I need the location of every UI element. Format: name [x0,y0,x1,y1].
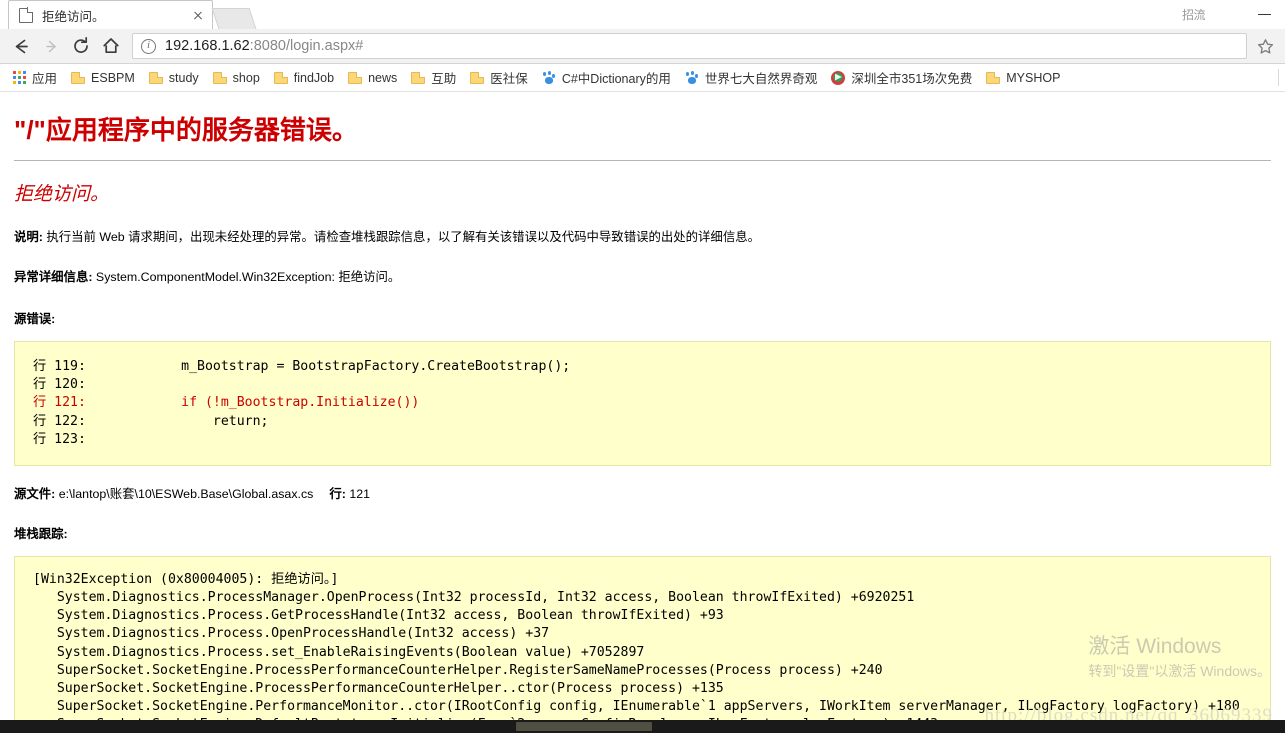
bookmark-csharp-dictionary[interactable]: C#中Dictionary的用 [535,67,678,89]
bookmark-news[interactable]: news [341,67,404,89]
bookmarks-bar: 应用 ESBPM study shop findJob news 互助 医社保 … [0,64,1285,92]
bookmark-shenzhen-free[interactable]: 深圳全市351场次免费 [824,67,979,89]
bookmark-label: MYSHOP [1006,70,1061,85]
folder-icon [348,71,363,84]
url-host: 192.168.1.62 [165,38,250,54]
trace-line: SuperSocket.SocketEngine.ProcessPerforma… [33,662,883,678]
description-label: 说明: [14,229,43,244]
address-bar[interactable]: 192.168.1.62:8080/login.aspx# [132,33,1247,59]
bookmark-label: ESBPM [91,70,135,85]
trace-line: System.Diagnostics.ProcessManager.OpenPr… [33,590,915,606]
folder-icon [470,71,485,84]
bookmark-study[interactable]: study [142,67,206,89]
source-file-value: e:\lantop\账套\10\ESWeb.Base\Global.asax.c… [55,487,314,502]
title-divider [14,159,1271,161]
bookmark-label: 深圳全市351场次免费 [851,72,973,86]
bookmark-shop[interactable]: shop [206,67,267,89]
code-line: 行 123: [33,431,86,447]
code-text-highlighted: if (!m_Bootstrap.Initialize()) [85,395,420,411]
close-icon[interactable] [190,7,206,23]
bookmark-apps[interactable]: 应用 [6,67,64,89]
exception-text: System.ComponentModel.Win32Exception: 拒绝… [92,270,401,285]
source-line-value: 121 [345,487,371,502]
trace-line: System.Diagnostics.Process.set_EnableRai… [33,644,645,660]
folder-icon [148,71,163,84]
reload-button[interactable] [66,31,96,61]
bookmark-myshop[interactable]: MYSHOP [979,67,1067,89]
error-subtitle: 拒绝访问。 [14,183,110,205]
stack-trace-block: [Win32Exception (0x80004005): 拒绝访问。] Sys… [14,556,1271,733]
scrollbar-thumb[interactable] [516,722,652,731]
bookmark-esbpm[interactable]: ESBPM [64,67,142,89]
green-favicon [831,70,846,85]
bookmark-findjob[interactable]: findJob [267,67,341,89]
baidu-favicon [685,70,699,85]
stack-trace-heading: 堆栈跟踪: [14,527,68,542]
code-line: 行 119: [33,358,86,374]
window-watermark-text: 招流 [1181,8,1206,22]
code-line: 行 120: [33,377,86,393]
new-tab-button[interactable] [211,8,257,29]
folder-icon [71,71,86,84]
tab-strip: 拒绝访问。 招流 [0,0,1285,29]
bookmark-label: 应用 [32,72,58,86]
description-paragraph: 说明: 执行当前 Web 请求期间，出现未经处理的异常。请检查堆栈跟踪信息，以了… [14,228,1271,247]
source-line-label: 行: [329,487,346,502]
bookmark-label: study [168,70,199,85]
star-icon[interactable] [1251,31,1279,61]
bookmark-label: 医社保 [490,72,528,86]
source-file-row: 源文件: e:\lantop\账套\10\ESWeb.Base\Global.a… [14,484,1271,502]
trace-line: System.Diagnostics.Process.GetProcessHan… [33,608,724,624]
tab-active[interactable]: 拒绝访问。 [8,0,213,29]
trace-line: SuperSocket.SocketEngine.ProcessPerforma… [33,680,724,696]
code-text: return; [85,413,269,429]
home-button[interactable] [96,31,126,61]
url-text: 192.168.1.62:8080/login.aspx# [165,38,363,54]
bookmark-label: 世界七大自然界奇观 [704,72,818,86]
trace-line: [Win32Exception (0x80004005): 拒绝访问。] [33,572,339,588]
description-text: 执行当前 Web 请求期间，出现未经处理的异常。请检查堆栈跟踪信息，以了解有关该… [42,229,760,244]
forward-button[interactable] [36,31,66,61]
bookmark-label: 互助 [431,72,457,86]
page-content: "/"应用程序中的服务器错误。 拒绝访问。 说明: 执行当前 Web 请求期间，… [0,92,1285,733]
exception-label: 异常详细信息: [14,270,93,285]
bookmark-seven-wonders[interactable]: 世界七大自然界奇观 [678,67,825,89]
folder-icon [411,71,426,84]
code-line-highlighted: 行 121: [33,395,86,411]
baidu-favicon [542,70,556,85]
folder-icon [986,71,1001,84]
bookmark-label: C#中Dictionary的用 [561,72,671,86]
back-button[interactable] [6,31,36,61]
trace-line: System.Diagnostics.Process.OpenProcessHa… [33,626,550,642]
info-icon[interactable] [141,38,156,54]
browser-window: 拒绝访问。 招流 i 192.168.1.62:8080/login.aspx#… [0,0,1285,733]
trace-line: SuperSocket.SocketEngine.PerformanceMoni… [33,698,1240,714]
url-path: :8080/login.aspx# [249,38,364,54]
bookmark-yishebao[interactable]: 医社保 [463,67,535,89]
horizontal-scrollbar[interactable] [0,720,1285,733]
page-title: "/"应用程序中的服务器错误。 [14,115,358,145]
minimize-button[interactable] [1243,0,1285,29]
bookmark-label: shop [232,70,260,85]
browser-toolbar: 192.168.1.62:8080/login.aspx# [0,29,1285,64]
code-text: m_Bootstrap = BootstrapFactory.CreateBoo… [85,358,571,374]
bookmark-huzhu[interactable]: 互助 [404,67,463,89]
source-error-heading: 源错误: [14,311,56,326]
apps-grid-icon [13,71,26,84]
window-controls: 招流 [1182,0,1285,29]
source-file-label: 源文件: [14,487,56,502]
code-line: 行 122: [33,413,86,429]
source-code-block: 行 119: m_Bootstrap = BootstrapFactory.Cr… [14,340,1271,467]
tab-title: 拒绝访问。 [42,9,105,24]
exception-paragraph: 异常详细信息: System.ComponentModel.Win32Excep… [14,268,1271,287]
bookmark-label: findJob [293,70,335,85]
folder-icon [273,71,288,84]
bookmarks-separator [1278,69,1279,86]
page-icon [19,7,34,23]
folder-icon [212,71,227,84]
error-page: "/"应用程序中的服务器错误。 拒绝访问。 说明: 执行当前 Web 请求期间，… [0,114,1285,733]
bookmark-label: news [368,70,398,85]
